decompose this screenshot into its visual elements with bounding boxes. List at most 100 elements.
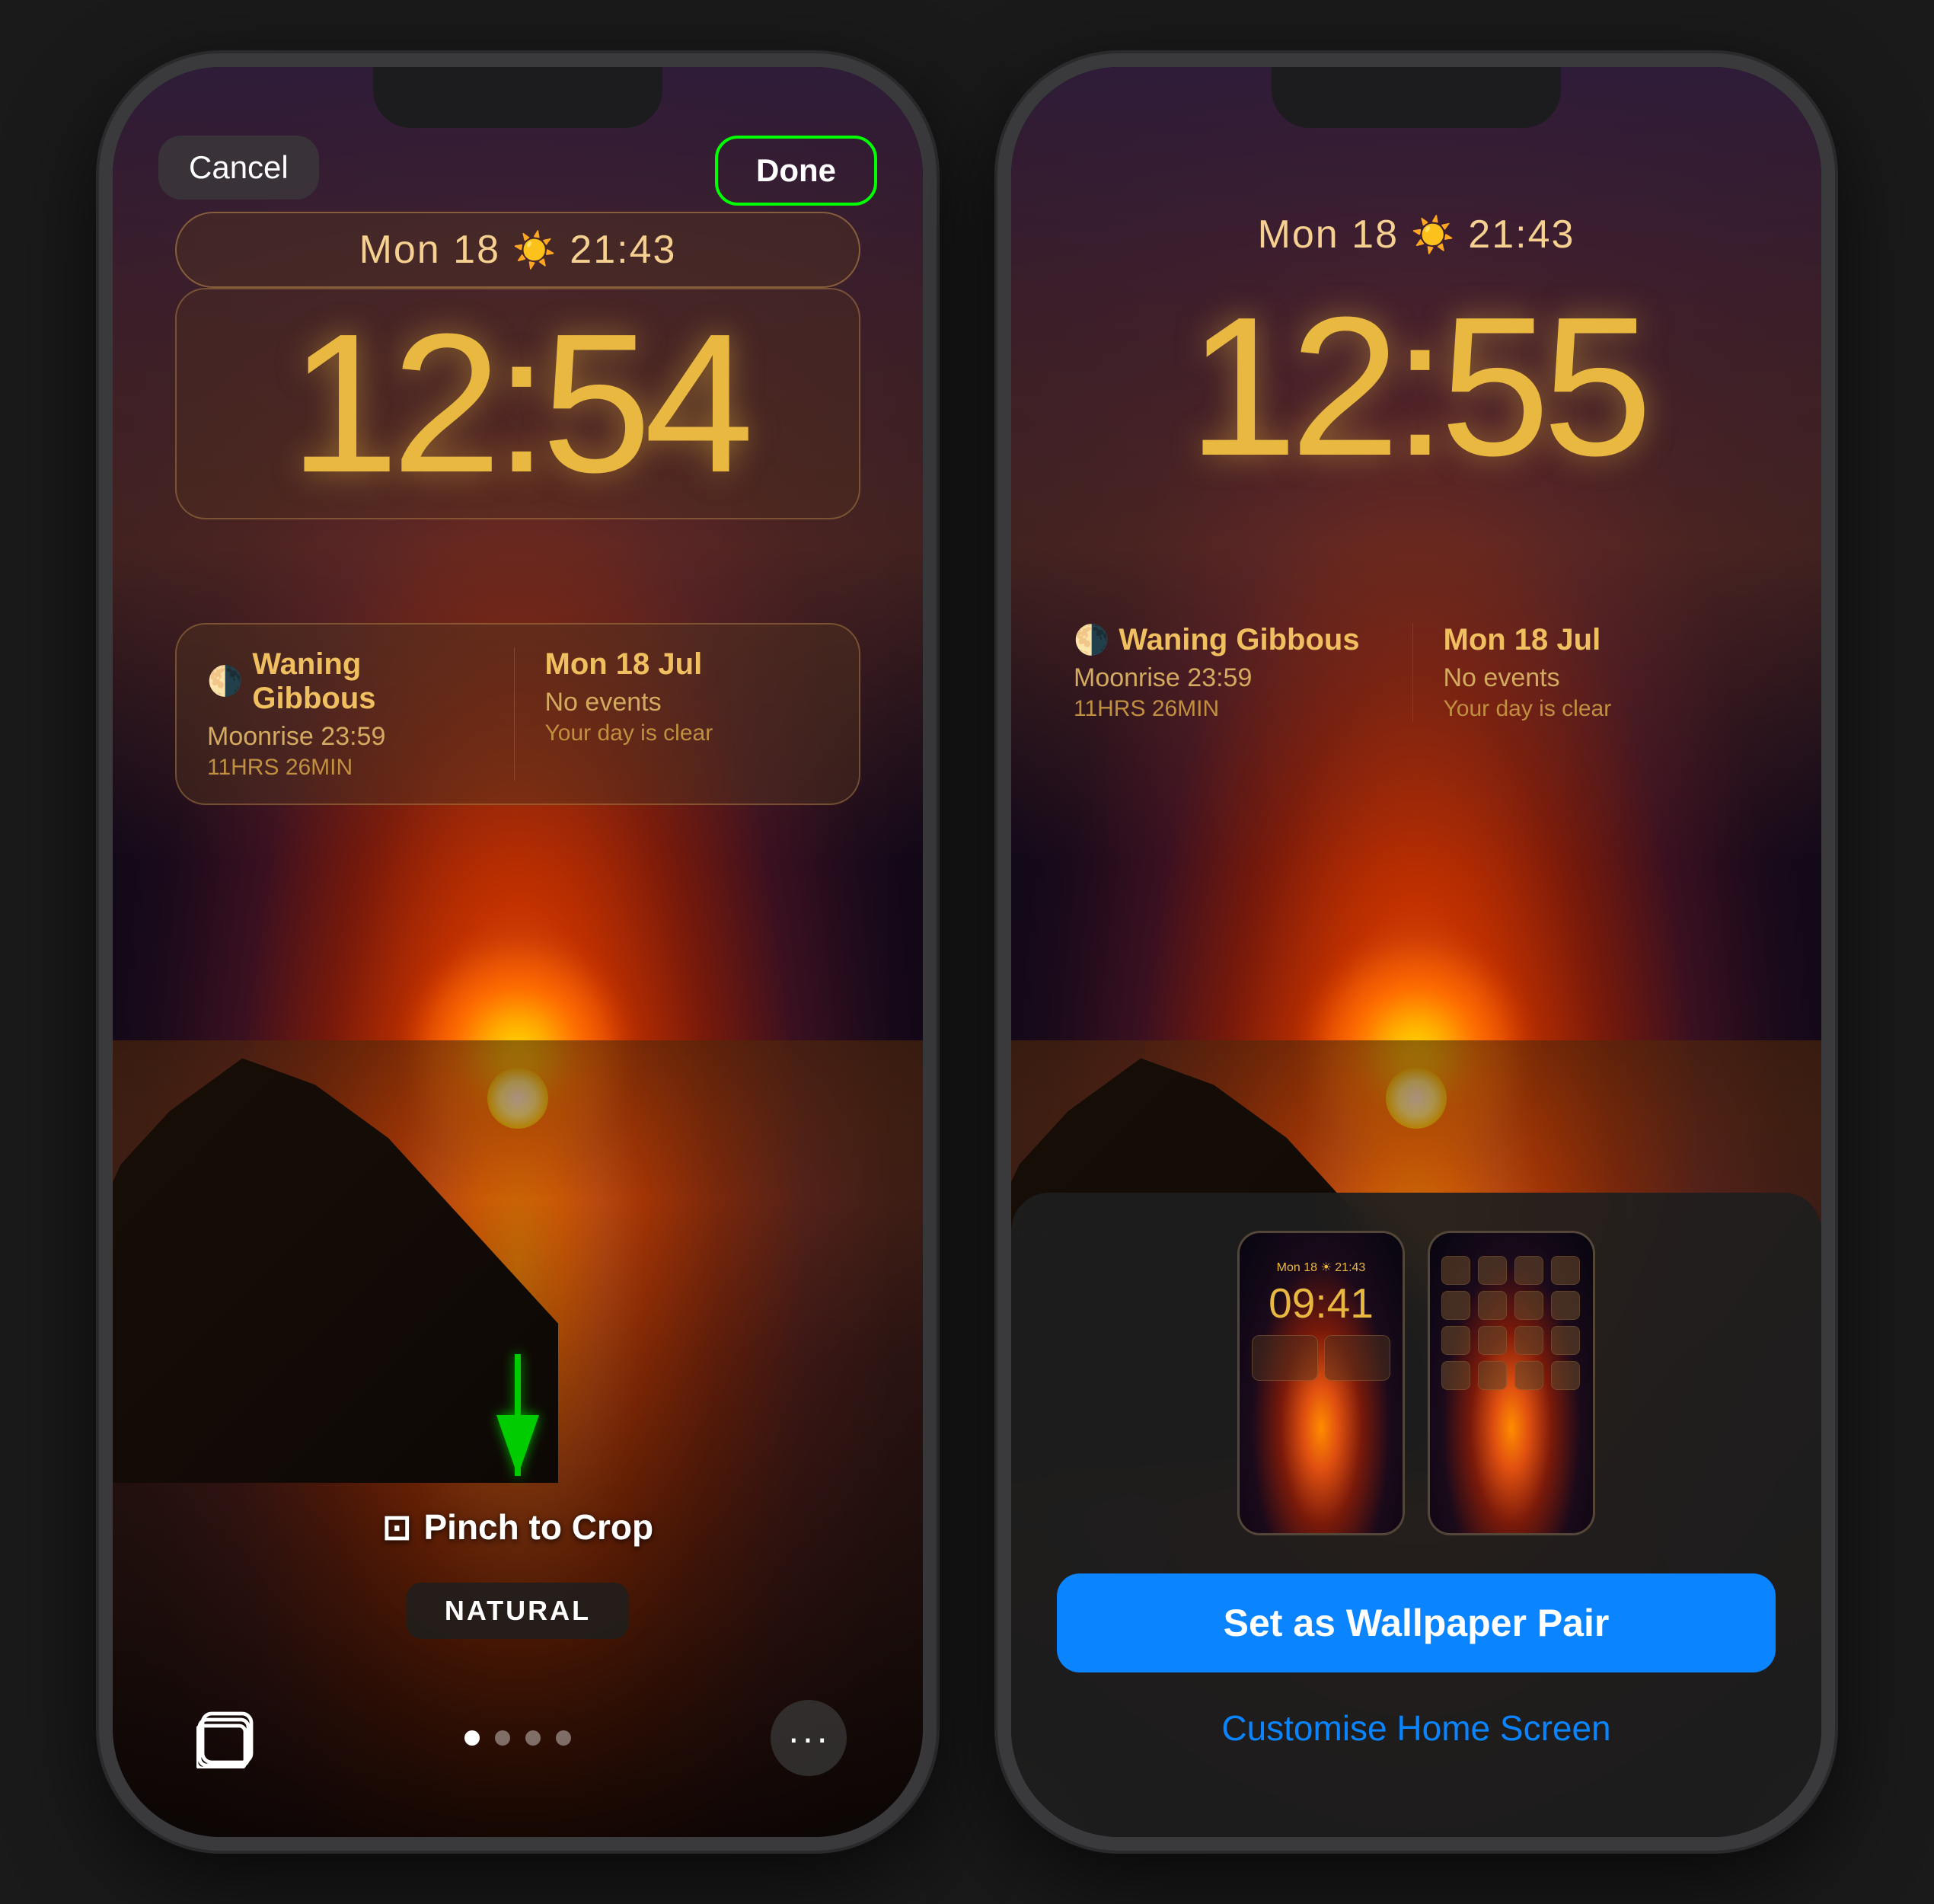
cancel-button[interactable]: Cancel — [158, 136, 319, 200]
lockscreen-preview-inner: Mon 18 ☀ 21:43 09:41 — [1240, 1233, 1403, 1533]
phone2-moon-hours-text: 11HRS 26MIN — [1074, 696, 1390, 722]
app-icon-5 — [1441, 1291, 1470, 1320]
pinch-indicator: ⊡ Pinch to Crop — [382, 1354, 653, 1548]
phone2-calendar-widget: Mon 18 Jul No events Your day is clear — [1436, 623, 1760, 722]
phone2-power-button[interactable] — [1824, 334, 1835, 486]
filter-label: NATURAL — [445, 1595, 591, 1626]
calendar-events-text: No events — [545, 688, 829, 717]
preview-time-val: 21:43 — [1335, 1261, 1365, 1274]
pinch-text: ⊡ Pinch to Crop — [382, 1506, 653, 1548]
app-icon-15 — [1514, 1361, 1543, 1390]
phone2-volume-up-button[interactable] — [997, 280, 1008, 395]
phone2-date-time-display: Mon 18 ☀️ 21:43 — [1258, 212, 1575, 257]
phone2-calendar-date-title: Mon 18 Jul — [1444, 623, 1760, 657]
preview-date: Mon 18 — [1277, 1261, 1317, 1274]
moon-widget[interactable]: 🌗 Waning Gibbous Moonrise 23:59 11HRS 26… — [207, 647, 515, 781]
sun-icon: ☀️ — [512, 229, 557, 271]
phone-2-screen: Mon 18 ☀️ 21:43 12:55 🌗 Waning Gibbous M… — [1011, 67, 1821, 1837]
power-button[interactable] — [926, 334, 937, 486]
phone2-sun-icon: ☀️ — [1411, 214, 1456, 256]
volume-down-button[interactable] — [99, 417, 110, 532]
phone2-date-bar: Mon 18 ☀️ 21:43 — [1258, 212, 1575, 257]
app-icon-1 — [1441, 1256, 1470, 1285]
preview-clock: 09:41 — [1247, 1279, 1395, 1327]
app-icon-10 — [1478, 1326, 1507, 1355]
notch — [373, 67, 662, 128]
date-label: Mon 18 — [359, 227, 500, 273]
moon-widget-header: 🌗 Waning Gibbous — [207, 647, 491, 716]
dot-1 — [464, 1730, 480, 1746]
dot-4 — [556, 1730, 571, 1746]
app-icon-6 — [1478, 1291, 1507, 1320]
calendar-clear-text: Your day is clear — [545, 720, 829, 746]
preview-widget-2 — [1324, 1335, 1390, 1381]
moon-icon: 🌗 — [207, 665, 243, 698]
phone2-calendar-clear-text: Your day is clear — [1444, 696, 1760, 722]
phone2-moon-icon: 🌗 — [1074, 624, 1109, 657]
phone-1: Cancel Done Mon 18 ☀️ 21:43 12:54 🌗 — [99, 53, 937, 1851]
phone2-time-label: 21:43 — [1468, 212, 1575, 257]
phone2-moonrise-text: Moonrise 23:59 — [1074, 663, 1390, 693]
app-icon-7 — [1514, 1291, 1543, 1320]
date-time-display: Mon 18 ☀️ 21:43 — [207, 227, 828, 273]
app-icon-14 — [1478, 1361, 1507, 1390]
homescreen-preview[interactable] — [1428, 1231, 1595, 1535]
app-icon-3 — [1514, 1256, 1543, 1285]
moonrise-text: Moonrise 23:59 — [207, 722, 491, 752]
phone2-widgets-area: 🌗 Waning Gibbous Moonrise 23:59 11HRS 26… — [1074, 623, 1759, 722]
app-icon-16 — [1551, 1361, 1580, 1390]
bottom-toolbar: ··· — [113, 1700, 923, 1776]
more-button[interactable]: ··· — [771, 1700, 847, 1776]
homescreen-preview-inner — [1430, 1233, 1593, 1533]
app-icon-8 — [1551, 1291, 1580, 1320]
photos-button[interactable] — [189, 1700, 265, 1776]
dot-2 — [495, 1730, 510, 1746]
done-button[interactable]: Done — [715, 136, 877, 206]
silent-switch — [99, 204, 110, 265]
phone2-moon-widget-title: Waning Gibbous — [1119, 623, 1359, 657]
widgets-area[interactable]: 🌗 Waning Gibbous Moonrise 23:59 11HRS 26… — [175, 623, 860, 805]
phone-1-screen: Cancel Done Mon 18 ☀️ 21:43 12:54 🌗 — [113, 67, 923, 1837]
moon-widget-title: Waning Gibbous — [252, 647, 490, 716]
pinch-label: Pinch to Crop — [424, 1506, 654, 1548]
phone2-moon-widget-header: 🌗 Waning Gibbous — [1074, 623, 1390, 657]
lockscreen-preview[interactable]: Mon 18 ☀ 21:43 09:41 — [1237, 1231, 1405, 1535]
customise-homescreen-button[interactable]: Customise Home Screen — [1057, 1695, 1776, 1761]
app-icon-2 — [1478, 1256, 1507, 1285]
clock-display: 12:54 — [199, 305, 836, 503]
app-icon-4 — [1551, 1256, 1580, 1285]
app-icon-11 — [1514, 1326, 1543, 1355]
bottom-sheet: Mon 18 ☀ 21:43 09:41 — [1011, 1193, 1821, 1837]
calendar-date-title: Mon 18 Jul — [545, 647, 829, 682]
phone2-notch — [1272, 67, 1561, 128]
app-icon-12 — [1551, 1326, 1580, 1355]
preview-sun: ☀ — [1320, 1261, 1335, 1274]
phones-container: Cancel Done Mon 18 ☀️ 21:43 12:54 🌗 — [0, 0, 1934, 1904]
clock-widget[interactable]: 12:54 — [175, 288, 860, 519]
filter-pill[interactable]: NATURAL — [407, 1583, 629, 1639]
time-label: 21:43 — [570, 227, 676, 273]
app-icon-9 — [1441, 1326, 1470, 1355]
crop-icon: ⊡ — [382, 1506, 412, 1548]
date-bar: Mon 18 ☀️ 21:43 — [175, 212, 860, 288]
page-dots — [464, 1730, 571, 1746]
phone2-calendar-events-text: No events — [1444, 663, 1760, 693]
phone2-volume-down-button[interactable] — [997, 417, 1008, 532]
phone2-clock-display: 12:55 — [1188, 288, 1645, 486]
volume-up-button[interactable] — [99, 280, 110, 395]
green-arrow-icon — [472, 1354, 563, 1491]
phone2-silent-switch — [997, 204, 1008, 265]
set-wallpaper-button[interactable]: Set as Wallpaper Pair — [1057, 1573, 1776, 1672]
more-icon: ··· — [787, 1716, 830, 1760]
wallpaper-previews: Mon 18 ☀ 21:43 09:41 — [1057, 1231, 1776, 1535]
phone2-moon-widget: 🌗 Waning Gibbous Moonrise 23:59 11HRS 26… — [1074, 623, 1413, 722]
preview-widget-1 — [1252, 1335, 1318, 1381]
calendar-widget[interactable]: Mon 18 Jul No events Your day is clear — [538, 647, 829, 781]
photos-icon — [196, 1708, 257, 1768]
phone2-date-label: Mon 18 — [1258, 212, 1399, 257]
preview-widget-row — [1247, 1335, 1395, 1381]
dot-3 — [525, 1730, 541, 1746]
preview-date-time: Mon 18 ☀ 21:43 — [1247, 1260, 1395, 1275]
moon-hours-text: 11HRS 26MIN — [207, 755, 491, 781]
phone-2: Mon 18 ☀️ 21:43 12:55 🌗 Waning Gibbous M… — [997, 53, 1835, 1851]
